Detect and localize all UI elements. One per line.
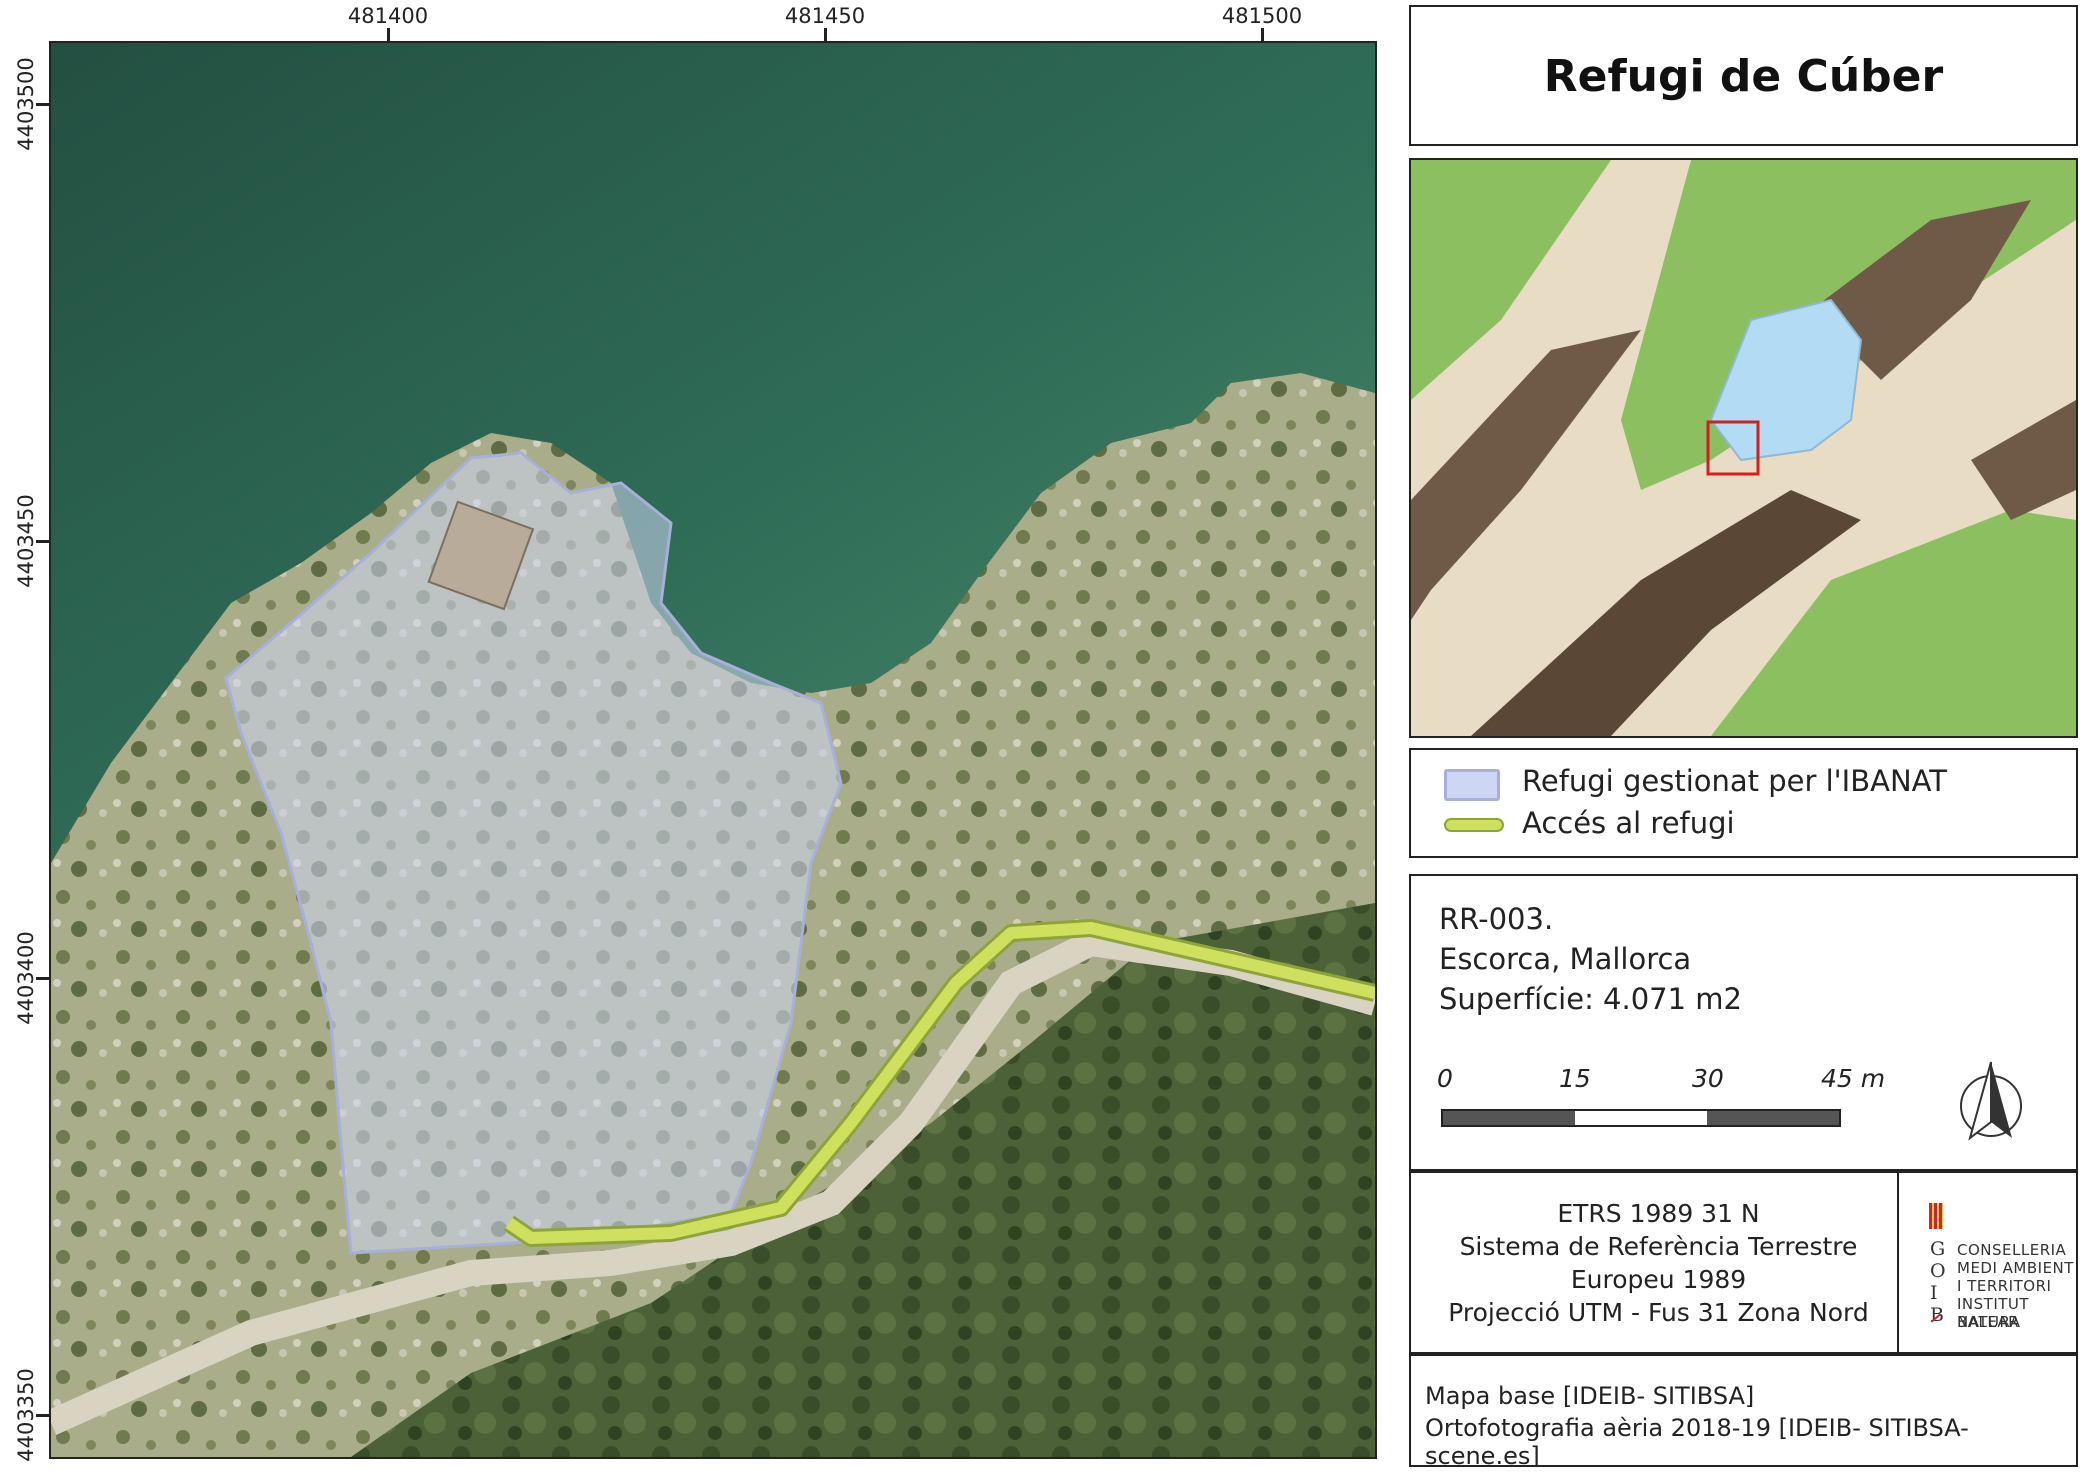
scale-label: 15 [1559,1064,1591,1093]
y-tick-label: 4403450 [14,494,38,588]
x-tick-mark [1261,28,1264,41]
source-orthophoto: Ortofotografia aèria 2018-19 [IDEIB- SIT… [1425,1414,1969,1470]
y-tick-label: 4403400 [14,931,38,1025]
crs-line: Europeu 1989 [1570,1265,1747,1294]
y-tick-label: 4403350 [14,1368,38,1462]
goib-letter: I [1930,1282,1938,1304]
refuge-location: Escorca, Mallorca [1439,942,1692,976]
source-basemap: Mapa base [IDEIB- SITIBSA] [1425,1382,1755,1410]
x-tick-mark [824,28,827,41]
y-tick-label: 4403500 [14,57,38,151]
scale-bar-seg [1443,1111,1575,1125]
scale-label: 45 m [1821,1064,1886,1093]
logo-text: CONSELLERIA [1957,1241,2067,1259]
logo-text: NATURA [1957,1313,2021,1331]
x-tick-label: 481450 [784,4,866,28]
logo-text: MEDI AMBIENT [1957,1259,2074,1277]
goib-letter: G [1930,1238,1946,1260]
legend-swatch-refuge [1444,769,1500,801]
goib-letter: O [1930,1260,1946,1282]
legend-label-access: Accés al refugi [1522,806,1735,840]
legend-label-refuge: Refugi gestionat per l'IBANAT [1522,764,1947,798]
scale-bar-seg [1575,1111,1707,1125]
y-tick-mark [36,540,49,543]
x-tick-label: 481400 [347,4,429,28]
legend: Refugi gestionat per l'IBANAT Accés al r… [1409,748,2078,858]
scale-bar-seg [1707,1111,1839,1125]
refuge-area-text: Superfície: 4.071 m2 [1439,982,1742,1016]
legend-swatch-access [1444,818,1504,832]
source-panel: Mapa base [IDEIB- SITIBSA] Ortofotografi… [1409,1354,2078,1470]
crs-panel: ETRS 1989 31 N Sistema de Referència Ter… [1409,1171,2078,1354]
y-tick-mark [36,977,49,980]
y-tick-mark [36,1414,49,1417]
info-panel: RR-003. Escorca, Mallorca Superfície: 4.… [1409,874,2078,1171]
goib-logo: G O I B CONSELLERIA MEDI AMBIENT I TERRI… [1916,1173,2076,1352]
crs-line: Sistema de Referència Terrestre [1459,1232,1858,1261]
scale-bar [1441,1109,1841,1127]
x-tick-mark [387,28,390,41]
scale-label: 0 [1437,1064,1453,1093]
map-title: Refugi de Cúber [1543,51,1944,102]
refuge-code: RR-003. [1439,902,1554,936]
x-tick-label: 481500 [1221,4,1303,28]
north-arrow-icon [1960,1061,2022,1141]
locator-map[interactable] [1409,158,2078,738]
logo-text: I TERRITORI [1957,1277,2052,1295]
goib-emblem-icon [1929,1203,1943,1229]
locator-map-canvas [1411,160,2076,736]
y-tick-mark [36,103,49,106]
crs-line: Projecció UTM - Fus 31 Zona Nord [1448,1298,1869,1327]
aerial-map-canvas [51,43,1375,1457]
crs-line: ETRS 1989 31 N [1557,1199,1760,1228]
aerial-map[interactable] [49,41,1377,1459]
title-panel: Refugi de Cúber [1409,5,2078,146]
scale-label: 30 [1692,1064,1724,1093]
logo-divider [1897,1173,1899,1352]
